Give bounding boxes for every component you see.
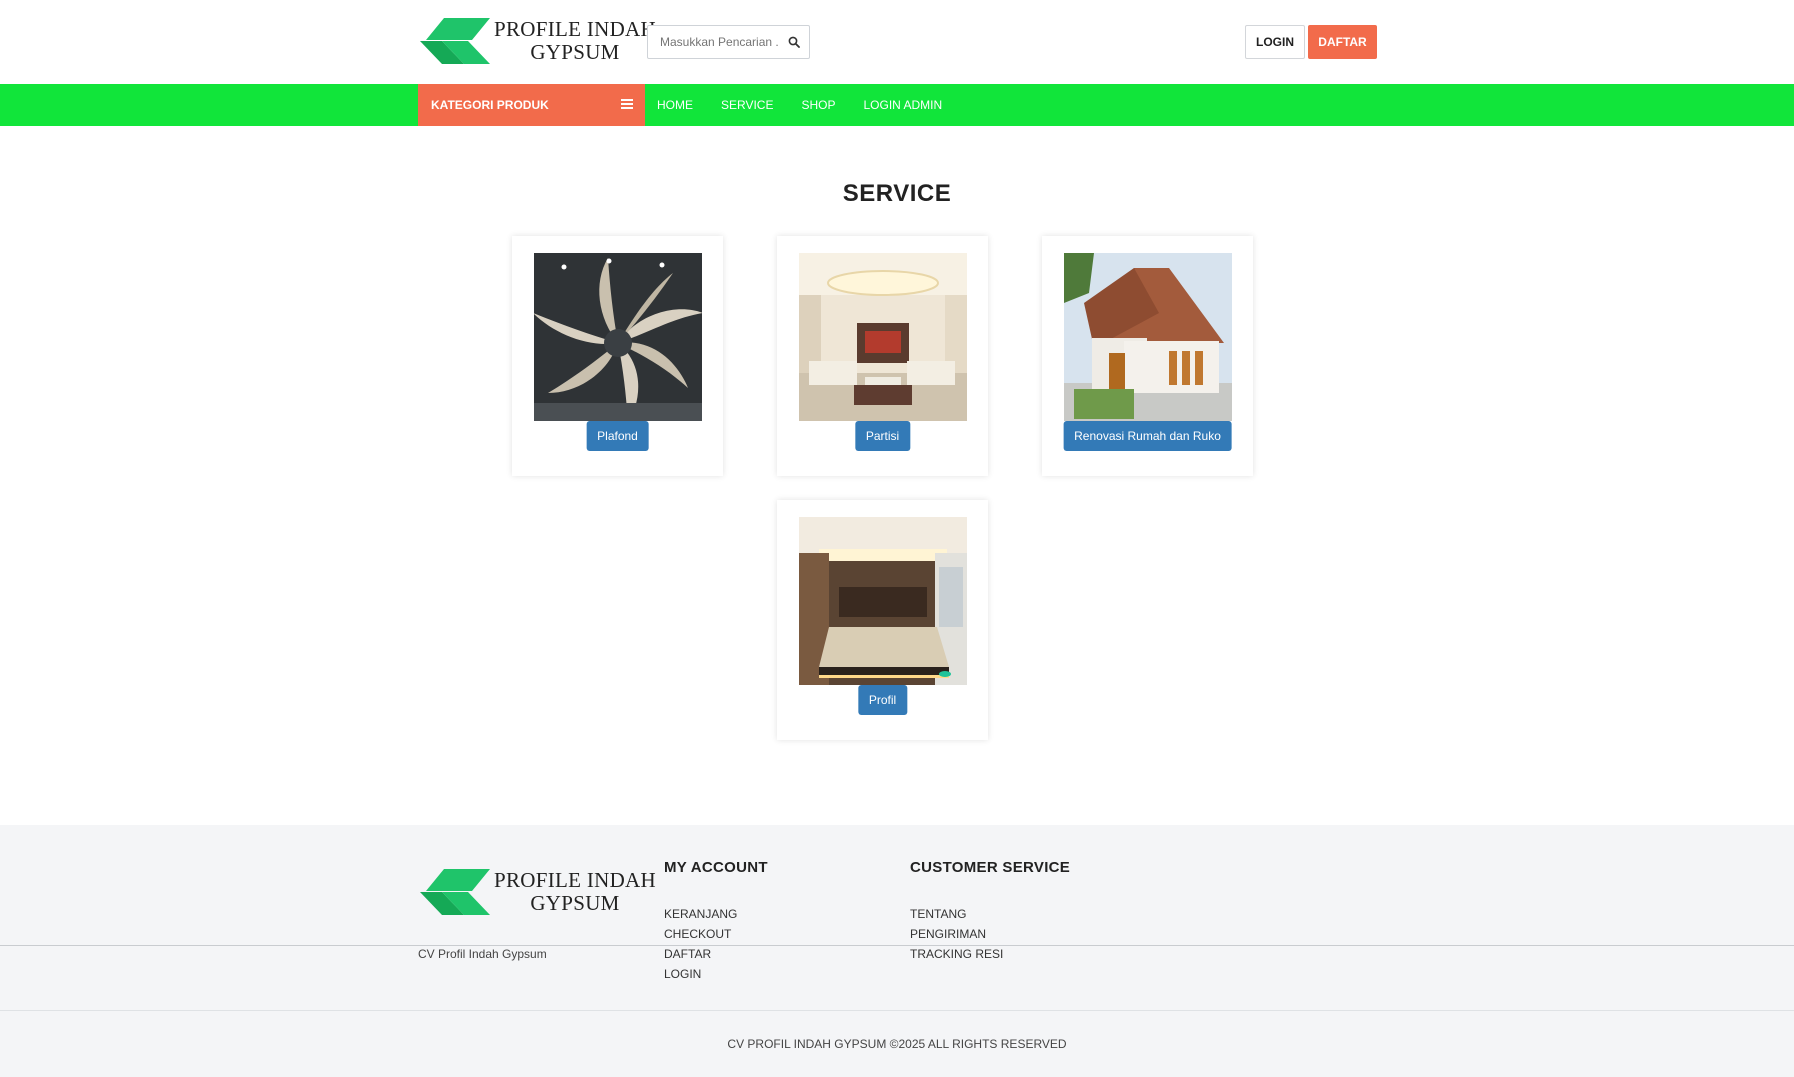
- service-button-partisi[interactable]: Partisi: [854, 421, 911, 451]
- footer-link-tentang[interactable]: TENTANG: [910, 904, 1070, 924]
- bedroom-image[interactable]: [799, 517, 967, 685]
- site-footer: PROFILE INDAH GYPSUM CV Profil Indah Gyp…: [0, 825, 1794, 1077]
- logo-mark-icon: [420, 18, 490, 64]
- logo-text-line1: PROFILE INDAH: [494, 868, 656, 892]
- logo-text-line2: GYPSUM: [530, 891, 620, 915]
- main-nav: KATEGORI PRODUK HOME SERVICE SHOP LOGIN …: [0, 84, 1794, 126]
- login-button[interactable]: LOGIN: [1245, 25, 1305, 59]
- nav-link-login-admin[interactable]: LOGIN ADMIN: [863, 98, 942, 112]
- footer-link-keranjang[interactable]: KERANJANG: [664, 904, 768, 924]
- search-input[interactable]: [648, 26, 779, 58]
- footer-divider: [0, 945, 1794, 946]
- search-icon: [788, 36, 800, 48]
- house-image[interactable]: [1064, 253, 1232, 421]
- kategori-produk-button[interactable]: KATEGORI PRODUK: [418, 84, 645, 126]
- living-room-image[interactable]: [799, 253, 967, 421]
- service-card-profil: Profil: [777, 500, 988, 740]
- service-card-plafond: Plafond: [512, 236, 723, 476]
- nav-links: HOME SERVICE SHOP LOGIN ADMIN: [657, 84, 970, 126]
- logo-mark-icon: [420, 869, 490, 915]
- site-header: PROFILE INDAH GYPSUM LOGIN DAFTAR: [0, 0, 1794, 84]
- footer-link-login[interactable]: LOGIN: [664, 964, 768, 984]
- logo-text-line2: GYPSUM: [530, 40, 620, 64]
- footer-customer-service-title: CUSTOMER SERVICE: [910, 859, 1071, 876]
- logo-text-line1: PROFILE INDAH: [494, 17, 656, 41]
- nav-link-service[interactable]: SERVICE: [721, 98, 773, 112]
- page-title: SERVICE: [842, 180, 952, 207]
- logo-text: PROFILE INDAH GYPSUM: [494, 869, 656, 915]
- footer-customer-service: CUSTOMER SERVICE TENTANG PENGIRIMAN TRAC…: [910, 859, 1070, 964]
- footer-divider-bottom: [0, 1010, 1794, 1011]
- spiral-ceiling-image[interactable]: [534, 253, 702, 421]
- nav-link-shop[interactable]: SHOP: [801, 98, 835, 112]
- footer-link-pengiriman[interactable]: PENGIRIMAN: [910, 924, 1070, 944]
- search-box: [647, 25, 810, 59]
- footer-logo[interactable]: PROFILE INDAH GYPSUM: [420, 869, 656, 915]
- list-icon: [621, 99, 633, 110]
- service-card-partisi: Partisi: [777, 236, 988, 476]
- daftar-button[interactable]: DAFTAR: [1308, 25, 1377, 59]
- nav-link-home[interactable]: HOME: [657, 98, 693, 112]
- footer-link-checkout[interactable]: CHECKOUT: [664, 924, 768, 944]
- site-logo[interactable]: PROFILE INDAH GYPSUM: [420, 18, 656, 64]
- copyright-text: CV PROFIL INDAH GYPSUM ©2025 ALL RIGHTS …: [727, 1037, 1067, 1051]
- search-button[interactable]: [779, 26, 809, 58]
- service-button-renovasi[interactable]: Renovasi Rumah dan Ruko: [1063, 421, 1232, 451]
- service-button-profil[interactable]: Profil: [857, 685, 908, 715]
- kategori-produk-label: KATEGORI PRODUK: [431, 98, 549, 112]
- service-button-plafond[interactable]: Plafond: [586, 421, 649, 451]
- footer-link-tracking-resi[interactable]: TRACKING RESI: [910, 944, 1070, 964]
- footer-my-account: MY ACCOUNT KERANJANG CHECKOUT DAFTAR LOG…: [664, 859, 768, 984]
- logo-text: PROFILE INDAH GYPSUM: [494, 18, 656, 64]
- footer-link-daftar[interactable]: DAFTAR: [664, 944, 768, 964]
- footer-my-account-title: MY ACCOUNT: [664, 859, 768, 876]
- service-card-renovasi: Renovasi Rumah dan Ruko: [1042, 236, 1253, 476]
- footer-company-name: CV Profil Indah Gypsum: [418, 947, 547, 961]
